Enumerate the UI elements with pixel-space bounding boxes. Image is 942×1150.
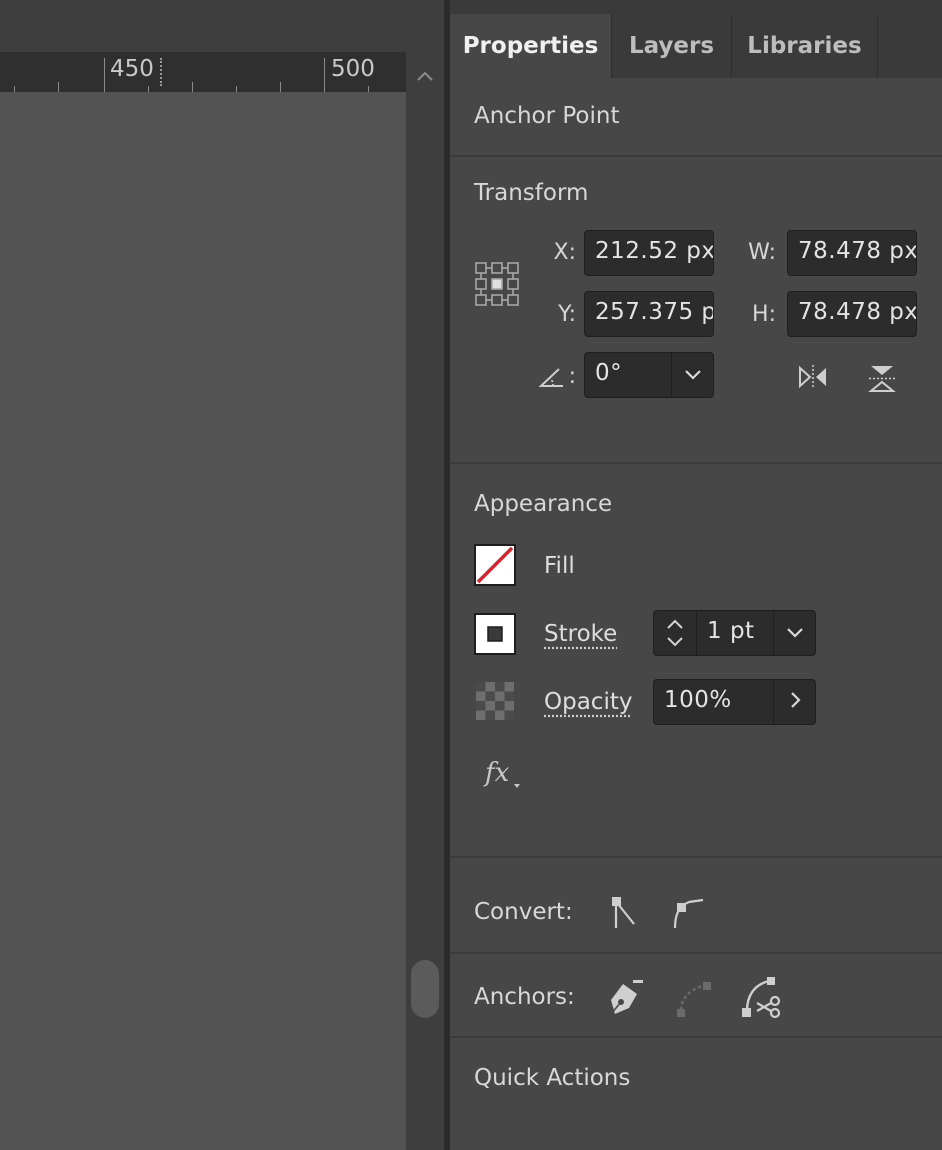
y-label: Y: — [558, 302, 576, 327]
x-field[interactable]: 212.52 px — [584, 230, 714, 276]
ruler-tick — [236, 86, 237, 92]
convert-smooth-icon[interactable] — [668, 892, 708, 932]
scrollbar-thumb[interactable] — [411, 960, 439, 1018]
ruler-label: 450 — [110, 56, 154, 82]
convert-corner-icon[interactable] — [604, 892, 640, 932]
stroke-weight-field[interactable]: 1 pt — [696, 610, 774, 656]
ruler-tick — [148, 86, 149, 92]
convert-label: Convert: — [474, 899, 573, 925]
quick-actions-title: Quick Actions — [474, 1065, 631, 1091]
ruler-tick — [368, 86, 369, 92]
ruler-tick — [14, 86, 15, 92]
ruler-label: 500 — [331, 56, 375, 82]
remove-anchor-pen-icon[interactable] — [606, 976, 648, 1020]
fill-none-icon[interactable] — [474, 544, 516, 586]
flip-vertical-icon[interactable] — [862, 360, 902, 396]
ruler-tick — [280, 82, 281, 92]
appearance-title: Appearance — [474, 491, 613, 517]
chevron-up-icon[interactable] — [406, 62, 444, 90]
angle-label: : — [568, 364, 576, 389]
stepper-icon[interactable] — [653, 610, 697, 656]
h-label: H: — [752, 302, 776, 327]
reference-point-icon[interactable] — [474, 260, 520, 308]
fx-icon[interactable]: fx — [480, 752, 526, 792]
tab-properties[interactable]: Properties — [450, 14, 612, 78]
opacity-field[interactable]: 100% — [653, 679, 774, 725]
ruler-guide-marker — [160, 58, 162, 86]
panel-tab-bar: Properties Layers Libraries — [450, 0, 942, 78]
section-divider — [450, 952, 942, 954]
chevron-down-icon — [786, 624, 804, 643]
y-field[interactable]: 257.375 px — [584, 291, 714, 337]
canvas-area[interactable]: 450 500 — [0, 0, 450, 1150]
stroke-swatch-icon[interactable] — [474, 613, 516, 655]
horizontal-ruler[interactable]: 450 500 — [0, 52, 406, 92]
anchors-label: Anchors: — [474, 984, 575, 1010]
section-divider — [450, 1036, 942, 1038]
tab-layers[interactable]: Layers — [612, 14, 732, 78]
opacity-label[interactable]: Opacity — [544, 689, 632, 715]
connect-anchors-icon — [674, 976, 714, 1020]
angle-dropdown-button[interactable] — [671, 352, 714, 398]
anchor-point-title: Anchor Point — [474, 103, 620, 129]
ruler-major-tick — [104, 58, 105, 92]
svg-text:fx: fx — [483, 758, 510, 788]
section-divider — [450, 856, 942, 858]
angle-field[interactable]: 0° — [584, 352, 672, 398]
section-divider — [450, 155, 942, 157]
fill-label[interactable]: Fill — [544, 553, 575, 579]
section-divider — [450, 462, 942, 464]
flip-horizontal-icon[interactable] — [793, 360, 833, 394]
chevron-right-icon — [789, 691, 801, 713]
chevron-down-icon — [684, 366, 702, 385]
canvas-top-bar — [0, 0, 446, 52]
properties-panel: Properties Layers Libraries Anchor Point… — [450, 0, 942, 1150]
ruler-major-tick — [324, 58, 325, 92]
w-label: W: — [748, 240, 776, 265]
ruler-tick — [192, 82, 193, 92]
stroke-label[interactable]: Stroke — [544, 621, 617, 647]
transform-title: Transform — [474, 180, 589, 206]
vertical-scrollbar[interactable] — [406, 52, 444, 1150]
tab-libraries[interactable]: Libraries — [732, 14, 878, 78]
ruler-tick — [58, 82, 59, 92]
opacity-checker-icon[interactable] — [476, 682, 514, 720]
x-label: X: — [553, 240, 576, 265]
stroke-weight-dropdown[interactable] — [773, 610, 816, 656]
cut-path-icon[interactable] — [738, 974, 784, 1020]
w-field[interactable]: 78.478 px — [787, 230, 917, 276]
angle-icon — [538, 364, 566, 390]
opacity-expand-button[interactable] — [773, 679, 816, 725]
h-field[interactable]: 78.478 px — [787, 291, 917, 337]
